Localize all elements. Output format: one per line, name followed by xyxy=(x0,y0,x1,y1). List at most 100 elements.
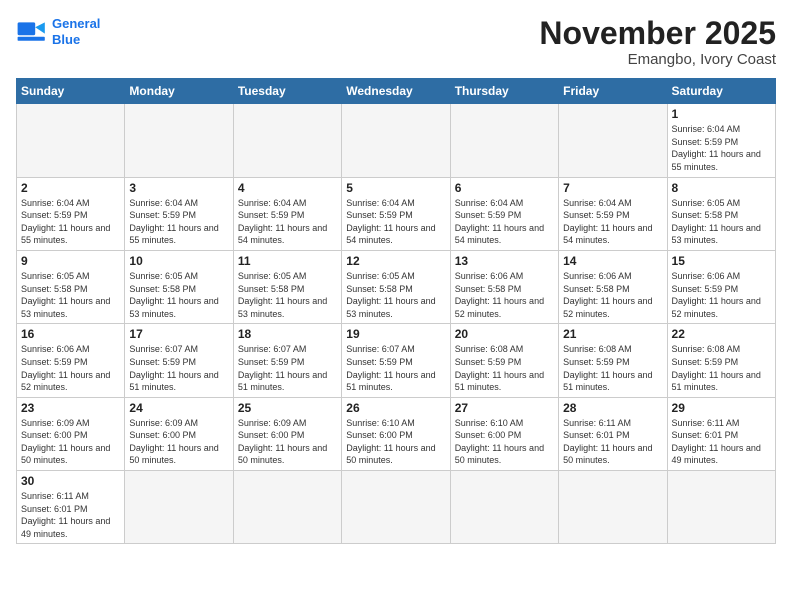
day-number-30: 30 xyxy=(21,474,120,488)
day-number-27: 27 xyxy=(455,401,554,415)
day-info-25: Sunrise: 6:09 AM Sunset: 6:00 PM Dayligh… xyxy=(238,417,337,467)
month-title: November 2025 xyxy=(539,16,776,51)
day-info-18: Sunrise: 6:07 AM Sunset: 5:59 PM Dayligh… xyxy=(238,343,337,393)
day-info-29: Sunrise: 6:11 AM Sunset: 6:01 PM Dayligh… xyxy=(672,417,771,467)
cell-3-3: 19 Sunrise: 6:07 AM Sunset: 5:59 PM Dayli… xyxy=(342,324,450,397)
day-number-11: 11 xyxy=(238,254,337,268)
header-friday: Friday xyxy=(559,79,667,104)
cell-1-2: 4 Sunrise: 6:04 AM Sunset: 5:59 PM Daylig… xyxy=(233,177,341,250)
day-info-11: Sunrise: 6:05 AM Sunset: 5:58 PM Dayligh… xyxy=(238,270,337,320)
cell-0-2 xyxy=(233,104,341,177)
header-saturday: Saturday xyxy=(667,79,775,104)
day-number-26: 26 xyxy=(346,401,445,415)
logo: General Blue xyxy=(16,16,100,48)
logo-line2: Blue xyxy=(52,32,80,47)
cell-2-5: 14 Sunrise: 6:06 AM Sunset: 5:58 PM Dayli… xyxy=(559,250,667,323)
day-info-21: Sunrise: 6:08 AM Sunset: 5:59 PM Dayligh… xyxy=(563,343,662,393)
cell-2-4: 13Sunrise: 6:06 AM Sunset: 5:58 PM Dayli… xyxy=(450,250,558,323)
week-row-2: 9 Sunrise: 6:05 AM Sunset: 5:58 PM Daylig… xyxy=(17,250,776,323)
day-info-30: Sunrise: 6:11 AM Sunset: 6:01 PM Dayligh… xyxy=(21,490,120,540)
cell-5-4 xyxy=(450,471,558,544)
cell-1-1: 3 Sunrise: 6:04 AM Sunset: 5:59 PM Daylig… xyxy=(125,177,233,250)
day-number-6: 6 xyxy=(455,181,554,195)
day-number-7: 7 xyxy=(563,181,662,195)
day-info-23: Sunrise: 6:09 AM Sunset: 6:00 PM Dayligh… xyxy=(21,417,120,467)
day-number-16: 16 xyxy=(21,327,120,341)
day-info-9: Sunrise: 6:05 AM Sunset: 5:58 PM Dayligh… xyxy=(21,270,120,320)
day-number-22: 22 xyxy=(672,327,771,341)
day-number-21: 21 xyxy=(563,327,662,341)
header-wednesday: Wednesday xyxy=(342,79,450,104)
generalblue-logo-icon xyxy=(16,16,48,48)
cell-5-3 xyxy=(342,471,450,544)
cell-5-1 xyxy=(125,471,233,544)
cell-1-4: 6 Sunrise: 6:04 AM Sunset: 5:59 PM Daylig… xyxy=(450,177,558,250)
day-number-14: 14 xyxy=(563,254,662,268)
cell-5-2 xyxy=(233,471,341,544)
week-row-3: 16 Sunrise: 6:06 AM Sunset: 5:59 PM Dayli… xyxy=(17,324,776,397)
cell-0-5 xyxy=(559,104,667,177)
day-number-15: 15 xyxy=(672,254,771,268)
cell-5-0: 30 Sunrise: 6:11 AM Sunset: 6:01 PM Dayli… xyxy=(17,471,125,544)
cell-1-6: 8 Sunrise: 6:05 AM Sunset: 5:58 PM Daylig… xyxy=(667,177,775,250)
location-title: Emangbo, Ivory Coast xyxy=(539,51,776,68)
day-number-10: 10 xyxy=(129,254,228,268)
day-info-19: Sunrise: 6:07 AM Sunset: 5:59 PM Dayligh… xyxy=(346,343,445,393)
day-info-3: Sunrise: 6:04 AM Sunset: 5:59 PM Dayligh… xyxy=(129,197,228,247)
day-info-24: Sunrise: 6:09 AM Sunset: 6:00 PM Dayligh… xyxy=(129,417,228,467)
header-row: Sunday Monday Tuesday Wednesday Thursday… xyxy=(17,79,776,104)
header-thursday: Thursday xyxy=(450,79,558,104)
cell-1-3: 5Sunrise: 6:04 AM Sunset: 5:59 PM Daylig… xyxy=(342,177,450,250)
day-number-3: 3 xyxy=(129,181,228,195)
day-number-9: 9 xyxy=(21,254,120,268)
cell-0-1 xyxy=(125,104,233,177)
day-number-8: 8 xyxy=(672,181,771,195)
calendar-header: Sunday Monday Tuesday Wednesday Thursday… xyxy=(17,79,776,104)
cell-5-6 xyxy=(667,471,775,544)
day-info-2: Sunrise: 6:04 AM Sunset: 5:59 PM Dayligh… xyxy=(21,197,120,247)
day-info-7: Sunrise: 6:04 AM Sunset: 5:59 PM Dayligh… xyxy=(563,197,662,247)
day-info-16: Sunrise: 6:06 AM Sunset: 5:59 PM Dayligh… xyxy=(21,343,120,393)
day-info-5: Sunrise: 6:04 AM Sunset: 5:59 PM Dayligh… xyxy=(346,197,445,247)
logo-text: General Blue xyxy=(52,16,100,47)
day-info-6: Sunrise: 6:04 AM Sunset: 5:59 PM Dayligh… xyxy=(455,197,554,247)
cell-2-0: 9 Sunrise: 6:05 AM Sunset: 5:58 PM Daylig… xyxy=(17,250,125,323)
day-number-19: 19 xyxy=(346,327,445,341)
cell-0-3 xyxy=(342,104,450,177)
day-info-28: Sunrise: 6:11 AM Sunset: 6:01 PM Dayligh… xyxy=(563,417,662,467)
cell-4-5: 28 Sunrise: 6:11 AM Sunset: 6:01 PM Dayli… xyxy=(559,397,667,470)
cell-1-5: 7 Sunrise: 6:04 AM Sunset: 5:59 PM Daylig… xyxy=(559,177,667,250)
day-number-23: 23 xyxy=(21,401,120,415)
logo-line1: General xyxy=(52,16,100,31)
cell-3-1: 17Sunrise: 6:07 AM Sunset: 5:59 PM Dayli… xyxy=(125,324,233,397)
header-monday: Monday xyxy=(125,79,233,104)
week-row-4: 23 Sunrise: 6:09 AM Sunset: 6:00 PM Dayli… xyxy=(17,397,776,470)
week-row-5: 30 Sunrise: 6:11 AM Sunset: 6:01 PM Dayli… xyxy=(17,471,776,544)
calendar-body: 1 Sunrise: 6:04 AM Sunset: 5:59 PM Daylig… xyxy=(17,104,776,544)
calendar-table: Sunday Monday Tuesday Wednesday Thursday… xyxy=(16,78,776,544)
cell-0-0 xyxy=(17,104,125,177)
day-number-25: 25 xyxy=(238,401,337,415)
day-info-14: Sunrise: 6:06 AM Sunset: 5:58 PM Dayligh… xyxy=(563,270,662,320)
week-row-0: 1 Sunrise: 6:04 AM Sunset: 5:59 PM Daylig… xyxy=(17,104,776,177)
day-info-17: Sunrise: 6:07 AM Sunset: 5:59 PM Dayligh… xyxy=(129,343,228,393)
day-info-4: Sunrise: 6:04 AM Sunset: 5:59 PM Dayligh… xyxy=(238,197,337,247)
cell-2-6: 15Sunrise: 6:06 AM Sunset: 5:59 PM Dayli… xyxy=(667,250,775,323)
day-number-20: 20 xyxy=(455,327,554,341)
day-info-20: Sunrise: 6:08 AM Sunset: 5:59 PM Dayligh… xyxy=(455,343,554,393)
day-number-18: 18 xyxy=(238,327,337,341)
cell-2-1: 10Sunrise: 6:05 AM Sunset: 5:58 PM Dayli… xyxy=(125,250,233,323)
header-sunday: Sunday xyxy=(17,79,125,104)
day-number-28: 28 xyxy=(563,401,662,415)
cell-2-2: 11 Sunrise: 6:05 AM Sunset: 5:58 PM Dayli… xyxy=(233,250,341,323)
day-info-26: Sunrise: 6:10 AM Sunset: 6:00 PM Dayligh… xyxy=(346,417,445,467)
day-number-1: 1 xyxy=(672,107,771,121)
day-number-4: 4 xyxy=(238,181,337,195)
day-info-13: Sunrise: 6:06 AM Sunset: 5:58 PM Dayligh… xyxy=(455,270,554,320)
day-number-12: 12 xyxy=(346,254,445,268)
cell-3-4: 20 Sunrise: 6:08 AM Sunset: 5:59 PM Dayli… xyxy=(450,324,558,397)
day-info-8: Sunrise: 6:05 AM Sunset: 5:58 PM Dayligh… xyxy=(672,197,771,247)
day-number-29: 29 xyxy=(672,401,771,415)
day-info-1: Sunrise: 6:04 AM Sunset: 5:59 PM Dayligh… xyxy=(672,123,771,173)
day-info-27: Sunrise: 6:10 AM Sunset: 6:00 PM Dayligh… xyxy=(455,417,554,467)
